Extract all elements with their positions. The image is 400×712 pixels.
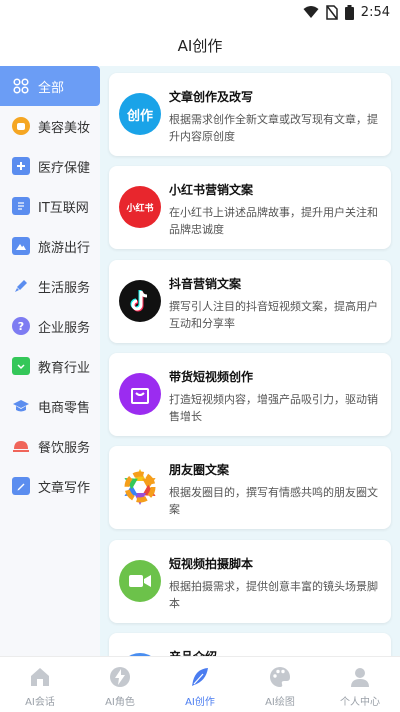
nav-ai-create[interactable]: AI创作	[160, 657, 240, 712]
title-bar: AI创作	[0, 24, 400, 66]
nav-label: AI创作	[185, 697, 215, 708]
card-product-intro[interactable]: 产品介绍	[109, 633, 391, 656]
douyin-icon	[119, 280, 161, 322]
question-icon: ?	[12, 317, 30, 335]
create-icon-text: 创作	[126, 108, 153, 124]
card-shopping-video[interactable]: 带货短视频创作 打造短视频内容，增强产品吸引力，驱动销售增长	[109, 353, 391, 436]
card-article-writing[interactable]: 创作 文章创作及改写 根据需求创作全新文章或改写现有文章，提升内容原创度	[109, 73, 391, 156]
person-icon	[351, 668, 369, 687]
nav-profile[interactable]: 个人中心	[320, 657, 400, 712]
wifi-icon	[303, 6, 319, 18]
card-title: 产品介绍	[169, 648, 381, 656]
moments-icon	[119, 466, 161, 508]
nav-ai-chat[interactable]: AI会话	[0, 657, 80, 712]
sim-icon	[326, 4, 338, 20]
page-title: AI创作	[177, 36, 223, 55]
sidebar-item-label: 生活服务	[38, 280, 91, 296]
shopping-bag-icon	[119, 373, 161, 415]
sidebar-item-label: 文章写作	[38, 480, 91, 496]
sidebar-item-label: 餐饮服务	[38, 440, 91, 456]
creation-list: 创作 文章创作及改写 根据需求创作全新文章或改写现有文章，提升内容原创度 小红书…	[100, 66, 400, 656]
nav-ai-role[interactable]: AI角色	[80, 657, 160, 712]
nav-label: AI绘图	[265, 697, 295, 708]
bottom-navigation: AI会话 AI角色 AI创作 AI绘图 个人中心	[0, 656, 400, 712]
nav-label: 个人中心	[340, 697, 380, 708]
sidebar-item-all[interactable]: 全部	[0, 66, 100, 106]
card-moments[interactable]: 朋友圈文案 根据发圈目的，撰写有情感共鸣的朋友圈文案	[109, 446, 391, 529]
sidebar-item-label: 电商零售	[38, 400, 91, 416]
xiaohongshu-icon-text: 小红书	[126, 203, 154, 214]
card-title: 短视频拍摄脚本	[169, 557, 254, 571]
card-description: 根据发圈目的，撰写有情感共鸣的朋友圈文案	[169, 486, 378, 516]
lightning-icon	[110, 667, 130, 687]
card-description: 撰写引人注目的抖音短视频文案，提高用户互动和分享率	[169, 300, 378, 330]
status-bar: 2:54	[0, 0, 400, 24]
status-time: 2:54	[360, 4, 390, 20]
sidebar-item-writing[interactable]: 文章写作	[0, 466, 100, 506]
nav-ai-draw[interactable]: AI绘图	[240, 657, 320, 712]
video-camera-icon	[119, 560, 161, 602]
grid-icon	[12, 77, 30, 95]
sidebar-item-life[interactable]: 生活服务	[0, 266, 100, 306]
category-sidebar: 全部 美容美妆 医疗保健 IT互联网 旅游出行 生活服务 ? 企业服务 教育行业…	[0, 66, 100, 656]
card-title: 抖音营销文案	[169, 277, 242, 291]
palette-icon	[270, 667, 290, 687]
sidebar-item-ecommerce[interactable]: 电商零售	[0, 386, 100, 426]
card-description: 在小红书上讲述品牌故事，提升用户关注和品牌忠诚度	[169, 206, 378, 236]
sidebar-item-enterprise[interactable]: ? 企业服务	[0, 306, 100, 346]
sidebar-item-label: IT互联网	[38, 200, 89, 216]
sidebar-item-label: 企业服务	[38, 320, 91, 336]
sidebar-item-medical[interactable]: 医疗保健	[0, 146, 100, 186]
battery-icon	[344, 4, 354, 20]
sidebar-item-beauty[interactable]: 美容美妆	[0, 106, 100, 146]
card-title: 朋友圈文案	[169, 463, 230, 477]
xiaohongshu-icon: 小红书	[119, 186, 161, 228]
home-icon	[31, 668, 49, 686]
status-icons: 2:54	[303, 3, 390, 21]
makeup-icon	[12, 117, 30, 135]
nav-label: AI会话	[25, 697, 55, 708]
feather-icon	[192, 668, 208, 686]
sidebar-item-travel[interactable]: 旅游出行	[0, 226, 100, 266]
sidebar-item-label: 全部	[38, 80, 65, 96]
card-douyin[interactable]: 抖音营销文案 撰写引人注目的抖音短视频文案，提高用户互动和分享率	[109, 260, 391, 343]
card-title: 文章创作及改写	[169, 90, 254, 104]
sidebar-item-it[interactable]: IT互联网	[0, 186, 100, 226]
card-xiaohongshu[interactable]: 小红书 小红书营销文案 在小红书上讲述品牌故事，提升用户关注和品牌忠诚度	[109, 166, 391, 249]
pencil-icon	[12, 477, 30, 495]
create-icon: 创作	[119, 93, 161, 135]
sidebar-item-label: 医疗保健	[38, 160, 91, 176]
food-cover-icon	[12, 437, 30, 455]
card-title: 小红书营销文案	[169, 183, 254, 197]
card-description: 根据需求创作全新文章或改写现有文章，提升内容原创度	[169, 113, 378, 143]
card-description: 打造短视频内容，增强产品吸引力，驱动销售增长	[169, 393, 378, 423]
sidebar-item-education[interactable]: 教育行业	[0, 346, 100, 386]
sidebar-item-catering[interactable]: 餐饮服务	[0, 426, 100, 466]
sidebar-item-label: 旅游出行	[38, 240, 91, 256]
sidebar-item-label: 教育行业	[38, 360, 91, 376]
card-title: 带货短视频创作	[169, 370, 254, 384]
calendar-icon	[12, 357, 30, 375]
mountain-icon	[12, 237, 30, 255]
nav-label: AI角色	[105, 697, 135, 708]
brush-icon	[12, 277, 30, 295]
graduation-icon	[12, 397, 30, 415]
card-description: 根据拍摄需求，提供创意丰富的镜头场景脚本	[169, 580, 378, 610]
sidebar-item-label: 美容美妆	[38, 120, 91, 136]
card-video-script[interactable]: 短视频拍摄脚本 根据拍摄需求，提供创意丰富的镜头场景脚本	[109, 540, 391, 623]
document-icon	[12, 197, 30, 215]
hospital-icon	[12, 157, 30, 175]
